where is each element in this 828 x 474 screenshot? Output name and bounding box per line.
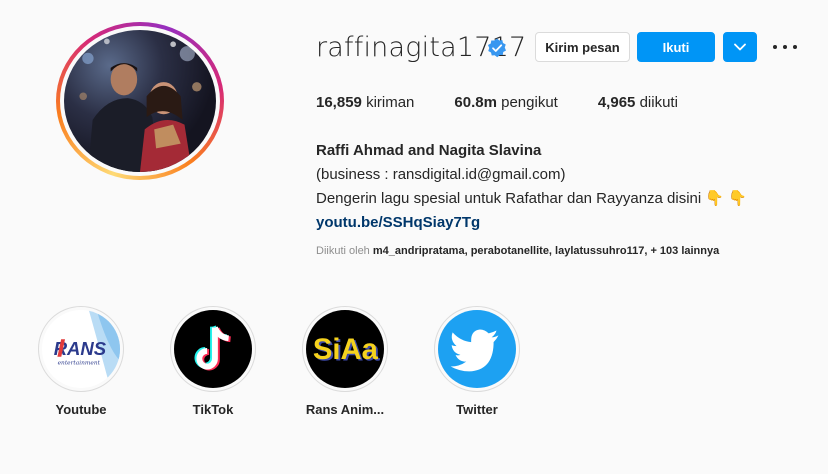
followers-value: 60.8m bbox=[454, 94, 497, 111]
highlight-label: Rans Anim... bbox=[305, 402, 385, 417]
twitter-bird-logo-icon bbox=[438, 310, 516, 388]
avatar-border bbox=[60, 26, 220, 176]
bio-business-line: (business : ransdigital.id@gmail.com) bbox=[316, 166, 566, 183]
highlight-label: Twitter bbox=[456, 402, 498, 417]
svg-text:SiAa: SiAa bbox=[313, 334, 379, 366]
follow-button[interactable]: Ikuti bbox=[637, 32, 715, 62]
highlight-tiktok[interactable]: TikTok bbox=[170, 306, 256, 417]
followed-by-text[interactable]: Diikuti oleh m4_andripratama, perabotane… bbox=[316, 245, 719, 257]
siaa-logo-icon: SiAa SiAa bbox=[306, 310, 384, 388]
svg-text:entertainment: entertainment bbox=[58, 361, 101, 367]
profile-bio: Raffi Ahmad and Nagita Slavina (business… bbox=[316, 139, 796, 235]
following-value: 4,965 bbox=[597, 94, 636, 111]
posts-label: kiriman bbox=[366, 94, 415, 111]
more-options-button[interactable] bbox=[773, 38, 797, 56]
bio-external-link[interactable]: youtu.be/SSHqSiay7Tg bbox=[316, 211, 796, 235]
profile-full-name: Raffi Ahmad and Nagita Slavina bbox=[316, 142, 542, 159]
highlight-ring: SiAa SiAa bbox=[302, 306, 388, 392]
tiktok-logo-icon bbox=[174, 310, 252, 388]
followed-by-prefix: Diikuti oleh bbox=[316, 245, 370, 257]
verified-badge-icon bbox=[488, 38, 506, 58]
following-count[interactable]: 4,965 diikuti bbox=[598, 94, 678, 111]
suggested-accounts-dropdown-button[interactable] bbox=[723, 32, 757, 62]
profile-avatar-ring[interactable] bbox=[56, 22, 224, 180]
highlight-ring bbox=[170, 306, 256, 392]
highlight-rans-animation[interactable]: SiAa SiAa Rans Anim... bbox=[302, 306, 388, 417]
avatar-photo-image bbox=[79, 38, 202, 172]
more-dots-icon bbox=[773, 45, 777, 49]
highlight-label: TikTok bbox=[192, 402, 234, 417]
pointing-down-emoji-icon: 👇 👇 bbox=[705, 190, 747, 207]
bio-description-text: Dengerin lagu spesial untuk Rafathar dan… bbox=[316, 190, 702, 207]
followers-label: pengikut bbox=[501, 94, 558, 111]
chevron-down-icon bbox=[734, 43, 746, 51]
posts-count: 16,859 kiriman bbox=[316, 94, 414, 111]
bio-description-line: Dengerin lagu spesial untuk Rafathar dan… bbox=[316, 187, 796, 211]
profile-stats: 16,859 kiriman 60.8m pengikut 4,965 diik… bbox=[316, 94, 718, 111]
following-label: diikuti bbox=[639, 94, 678, 111]
rans-entertainment-logo-icon: RANS entertainment bbox=[42, 310, 120, 388]
highlight-label: Youtube bbox=[55, 402, 107, 417]
highlight-ring bbox=[434, 306, 520, 392]
send-message-button[interactable]: Kirim pesan bbox=[535, 32, 630, 62]
highlight-twitter[interactable]: Twitter bbox=[434, 306, 520, 417]
followed-by-more[interactable]: , + 103 lainnya bbox=[644, 245, 719, 257]
avatar[interactable] bbox=[64, 30, 216, 172]
more-dot bbox=[783, 45, 787, 49]
highlight-ring: RANS entertainment bbox=[38, 306, 124, 392]
more-dot bbox=[793, 45, 797, 49]
followers-count[interactable]: 60.8m pengikut bbox=[454, 94, 557, 111]
posts-value: 16,859 bbox=[316, 94, 362, 111]
followed-by-users[interactable]: m4_andripratama, perabotanellite, laylat… bbox=[373, 245, 644, 257]
highlight-youtube[interactable]: RANS entertainment Youtube bbox=[38, 306, 124, 417]
